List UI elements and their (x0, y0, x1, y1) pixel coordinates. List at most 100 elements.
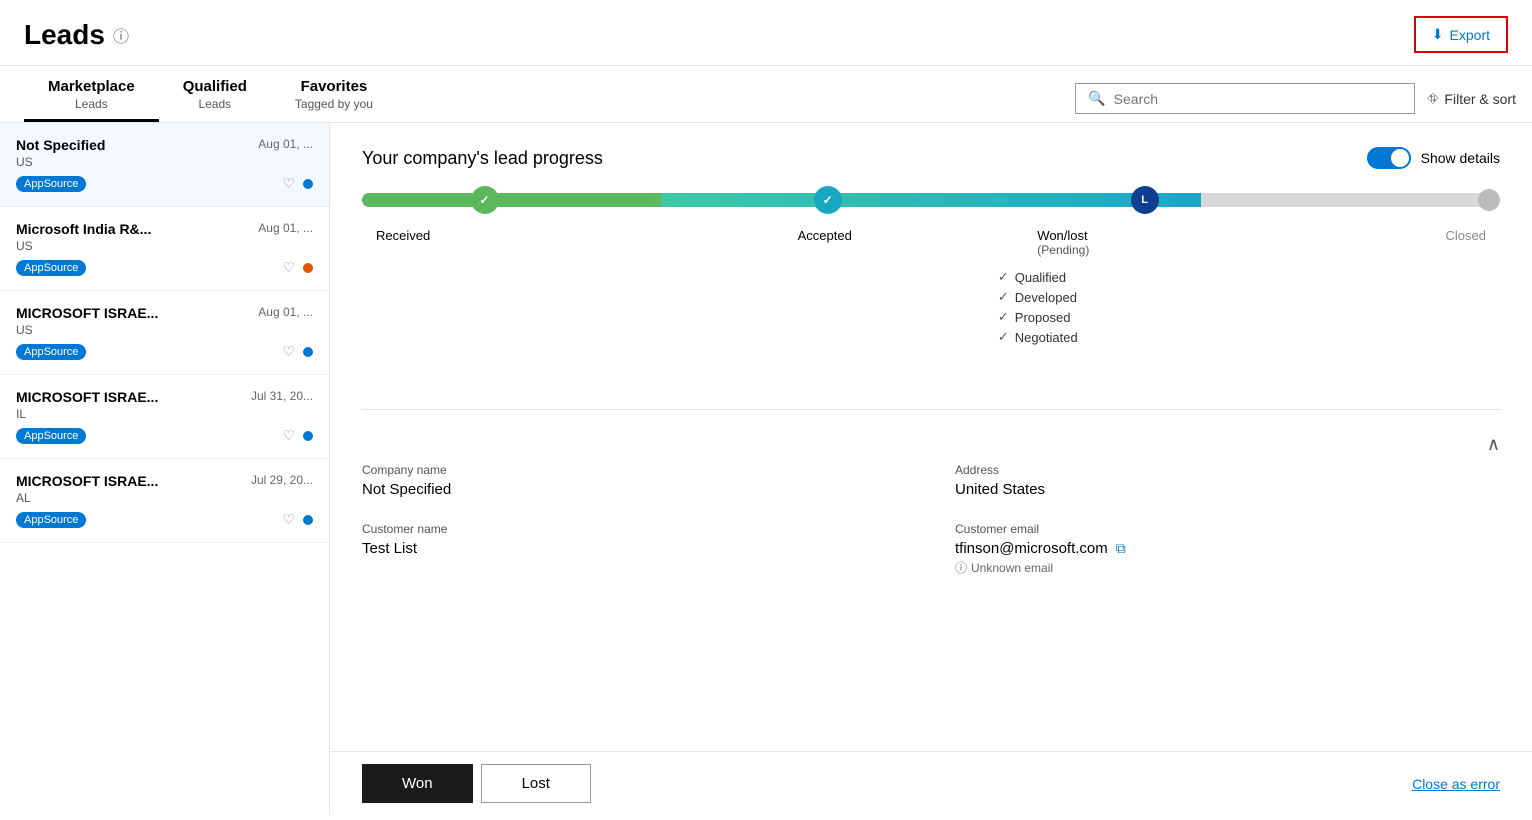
tab-qualified-label: Qualified (183, 78, 247, 95)
title-area: Leads ⓘ (24, 19, 129, 51)
company-name-label: Company name (362, 463, 907, 477)
main-layout: Not Specified Aug 01, ... US AppSource ♡… (0, 123, 1532, 815)
status-dot (303, 263, 313, 273)
page-title: Leads (24, 19, 105, 51)
lead-actions: ♡ (282, 259, 313, 276)
search-input[interactable] (1114, 91, 1403, 107)
favorite-icon[interactable]: ♡ (282, 427, 295, 444)
filter-sort-label: Filter & sort (1444, 91, 1516, 107)
appsource-badge: AppSource (16, 428, 86, 444)
collapse-button[interactable] (1487, 434, 1500, 455)
filter-sort-button[interactable]: ⛗ Filter & sort (1427, 90, 1516, 107)
lead-footer: AppSource ♡ (16, 427, 313, 444)
details-row-2: Customer name Test List Customer email t… (362, 522, 1500, 576)
checklist-item: ✓ Developed (998, 289, 1500, 305)
lead-footer: AppSource ♡ (16, 511, 313, 528)
bar-segment-accepted (661, 193, 1200, 207)
status-dot (303, 515, 313, 525)
lead-date: Aug 01, ... (258, 221, 313, 235)
checklist-item: ✓ Proposed (998, 309, 1500, 325)
email-row: tfinson@microsoft.com ⧉ (955, 540, 1500, 557)
show-details-label: Show details (1421, 150, 1500, 166)
info-icon[interactable]: ⓘ (113, 23, 129, 47)
favorite-icon[interactable]: ♡ (282, 511, 295, 528)
favorite-icon[interactable]: ♡ (282, 175, 295, 192)
won-button[interactable]: Won (362, 764, 473, 803)
details-section: Company name Not Specified Address Unite… (362, 434, 1500, 576)
bar-labels: Received Accepted Won/lost (Pending) Clo… (362, 228, 1500, 257)
label-won-lost-pending: (Pending) (1037, 243, 1250, 257)
lead-list: Not Specified Aug 01, ... US AppSource ♡… (0, 123, 330, 815)
list-item[interactable]: Microsoft India R&... Aug 01, ... US App… (0, 207, 329, 291)
label-received: Received (362, 228, 612, 257)
progress-section: Your company's lead progress Show detail… (362, 147, 1500, 410)
lead-date: Jul 31, 20... (251, 389, 313, 403)
customer-email-field: Customer email tfinson@microsoft.com ⧉ ⓘ… (955, 522, 1500, 576)
export-label: Export (1450, 27, 1490, 43)
export-button[interactable]: ⬇ Export (1414, 16, 1508, 53)
lead-footer: AppSource ♡ (16, 343, 313, 360)
lead-name: MICROSOFT ISRAE... (16, 473, 158, 489)
tab-marketplace-label: Marketplace (48, 78, 135, 95)
tab-favorites-sublabel: Tagged by you (295, 97, 373, 111)
status-dot (303, 179, 313, 189)
details-row-1: Company name Not Specified Address Unite… (362, 463, 1500, 498)
tab-marketplace[interactable]: Marketplace Leads (24, 66, 159, 122)
checklist-item: ✓ Negotiated (998, 329, 1500, 345)
company-name-value: Not Specified (362, 481, 907, 498)
progress-title: Your company's lead progress (362, 148, 603, 169)
customer-name-field: Customer name Test List (362, 522, 907, 576)
checklist-label: Proposed (1015, 310, 1071, 325)
lead-country: US (16, 323, 313, 337)
status-dot (303, 431, 313, 441)
chevron-up-icon (1487, 437, 1500, 454)
lead-actions: ♡ (282, 175, 313, 192)
search-box[interactable]: 🔍 (1075, 83, 1415, 114)
customer-name-label: Customer name (362, 522, 907, 536)
label-accepted: Accepted (612, 228, 1037, 257)
address-value: United States (955, 481, 1500, 498)
appsource-badge: AppSource (16, 344, 86, 360)
search-icon: 🔍 (1088, 90, 1105, 107)
favorite-icon[interactable]: ♡ (282, 343, 295, 360)
list-item[interactable]: MICROSOFT ISRAE... Aug 01, ... US AppSou… (0, 291, 329, 375)
lead-country: IL (16, 407, 313, 421)
lead-name: MICROSOFT ISRAE... (16, 305, 158, 321)
tab-favorites[interactable]: Favorites Tagged by you (271, 66, 397, 122)
lead-name: MICROSOFT ISRAE... (16, 389, 158, 405)
lead-date: Aug 01, ... (258, 137, 313, 151)
lead-country: AL (16, 491, 313, 505)
appsource-badge: AppSource (16, 260, 86, 276)
copy-icon[interactable]: ⧉ (1116, 540, 1126, 557)
list-item[interactable]: MICROSOFT ISRAE... Jul 29, 20... AL AppS… (0, 459, 329, 543)
lead-actions: ♡ (282, 427, 313, 444)
unknown-email-icon: ⓘ (955, 559, 967, 576)
show-details-toggle[interactable] (1367, 147, 1411, 169)
lead-country: US (16, 239, 313, 253)
tab-marketplace-sublabel: Leads (75, 97, 108, 111)
action-buttons: Won Lost (362, 764, 591, 803)
lead-actions: ♡ (282, 343, 313, 360)
lead-country: US (16, 155, 313, 169)
unknown-email-label: Unknown email (971, 561, 1053, 575)
checklist-label: Developed (1015, 290, 1077, 305)
address-label: Address (955, 463, 1500, 477)
show-details-area: Show details (1367, 147, 1500, 169)
unknown-email-notice: ⓘ Unknown email (955, 559, 1500, 576)
tab-qualified[interactable]: Qualified Leads (159, 66, 271, 122)
list-item[interactable]: MICROSOFT ISRAE... Jul 31, 20... IL AppS… (0, 375, 329, 459)
appsource-badge: AppSource (16, 512, 86, 528)
checklist-label: Negotiated (1015, 330, 1078, 345)
close-error-button[interactable]: Close as error (1412, 776, 1500, 792)
favorite-icon[interactable]: ♡ (282, 259, 295, 276)
export-icon: ⬇ (1432, 26, 1444, 43)
check-icon: ✓ (998, 269, 1009, 285)
lead-footer: AppSource ♡ (16, 259, 313, 276)
list-item[interactable]: Not Specified Aug 01, ... US AppSource ♡ (0, 123, 329, 207)
customer-email-label: Customer email (955, 522, 1500, 536)
check-icon: ✓ (998, 309, 1009, 325)
lead-name: Microsoft India R&... (16, 221, 151, 237)
lost-button[interactable]: Lost (481, 764, 591, 803)
lead-actions: ♡ (282, 511, 313, 528)
appsource-badge: AppSource (16, 176, 86, 192)
